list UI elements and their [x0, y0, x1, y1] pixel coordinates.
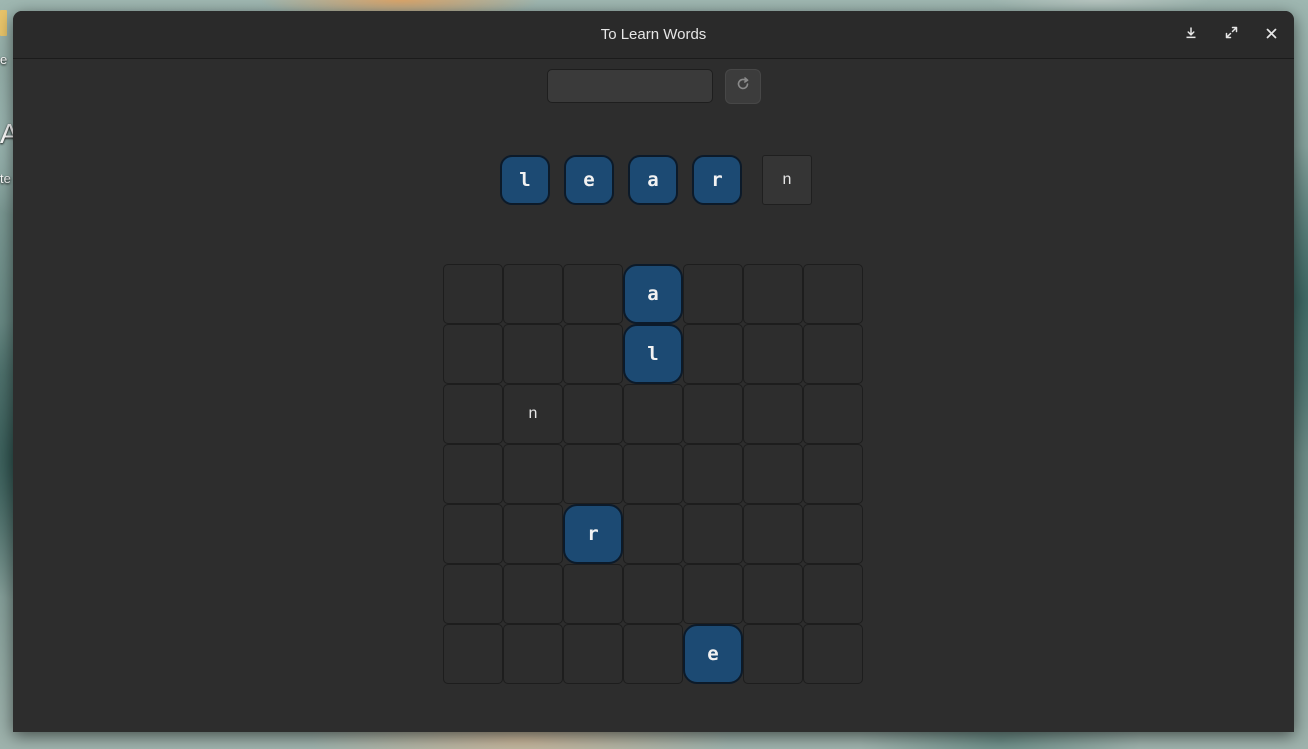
- grid-cell[interactable]: [743, 264, 803, 324]
- grid-cell[interactable]: [563, 264, 623, 324]
- grid-cell[interactable]: [443, 624, 503, 684]
- grid-cell[interactable]: [683, 264, 743, 324]
- fullscreen-button[interactable]: [1219, 23, 1243, 47]
- grid-cell[interactable]: e: [683, 624, 743, 684]
- grid-cell[interactable]: [743, 324, 803, 384]
- window-title: To Learn Words: [600, 26, 707, 43]
- close-button[interactable]: [1259, 23, 1283, 47]
- word-input[interactable]: [547, 69, 713, 103]
- grid-cell[interactable]: [503, 564, 563, 624]
- grid-cell[interactable]: [683, 324, 743, 384]
- grid-cell[interactable]: [443, 504, 503, 564]
- grid-cell[interactable]: [743, 624, 803, 684]
- grid-cell[interactable]: [623, 624, 683, 684]
- grid-cell[interactable]: [803, 564, 863, 624]
- grid-cell[interactable]: [503, 444, 563, 504]
- download-button[interactable]: [1179, 23, 1203, 47]
- refresh-icon: [736, 77, 750, 96]
- grid-cell[interactable]: n: [503, 384, 563, 444]
- word-letter-tile: a: [628, 155, 678, 205]
- expand-icon: [1225, 26, 1238, 44]
- grid-cell[interactable]: l: [623, 324, 683, 384]
- desktop-label-fragment: te: [0, 171, 11, 186]
- grid-cell[interactable]: [743, 384, 803, 444]
- letter-grid: alnre: [443, 264, 865, 686]
- grid-cell[interactable]: [503, 324, 563, 384]
- word-letter-tile: r: [692, 155, 742, 205]
- grid-cell[interactable]: [503, 264, 563, 324]
- grid-cell[interactable]: a: [623, 264, 683, 324]
- download-icon: [1185, 26, 1197, 44]
- headerbar: To Learn Words: [13, 11, 1294, 59]
- grid-cell[interactable]: [563, 624, 623, 684]
- grid-cell[interactable]: [683, 444, 743, 504]
- grid-cell[interactable]: [443, 384, 503, 444]
- grid-cell[interactable]: [803, 444, 863, 504]
- word-letter-tile: l: [500, 155, 550, 205]
- grid-cell[interactable]: [803, 264, 863, 324]
- desktop-label-fragment: e: [0, 52, 8, 67]
- grid-cell[interactable]: [803, 504, 863, 564]
- word-letter-tile: n: [762, 155, 812, 205]
- grid-cell[interactable]: [563, 384, 623, 444]
- grid-cell[interactable]: [563, 324, 623, 384]
- grid-cell[interactable]: [743, 444, 803, 504]
- app-window: To Learn Words l e a r n a l n r e: [13, 11, 1294, 732]
- grid-cell[interactable]: [743, 564, 803, 624]
- close-icon: [1266, 26, 1277, 44]
- grid-cell[interactable]: [623, 564, 683, 624]
- grid-cell[interactable]: [743, 504, 803, 564]
- grid-cell[interactable]: [683, 384, 743, 444]
- grid-cell[interactable]: r: [563, 504, 623, 564]
- grid-cell[interactable]: [443, 564, 503, 624]
- grid-cell[interactable]: [803, 624, 863, 684]
- refresh-button[interactable]: [725, 69, 761, 104]
- grid-cell[interactable]: [443, 324, 503, 384]
- grid-cell[interactable]: [503, 504, 563, 564]
- grid-cell[interactable]: [683, 564, 743, 624]
- desktop-folder-icon[interactable]: [0, 10, 7, 36]
- grid-cell[interactable]: [623, 504, 683, 564]
- grid-cell[interactable]: [563, 564, 623, 624]
- grid-cell[interactable]: [563, 444, 623, 504]
- main-content: learn alnre: [13, 59, 1294, 732]
- grid-cell[interactable]: [443, 264, 503, 324]
- grid-cell[interactable]: [623, 444, 683, 504]
- grid-cell[interactable]: [443, 444, 503, 504]
- grid-cell[interactable]: [803, 324, 863, 384]
- word-letter-tile: e: [564, 155, 614, 205]
- grid-cell[interactable]: [503, 624, 563, 684]
- grid-cell[interactable]: [623, 384, 683, 444]
- grid-cell[interactable]: [683, 504, 743, 564]
- grid-cell[interactable]: [803, 384, 863, 444]
